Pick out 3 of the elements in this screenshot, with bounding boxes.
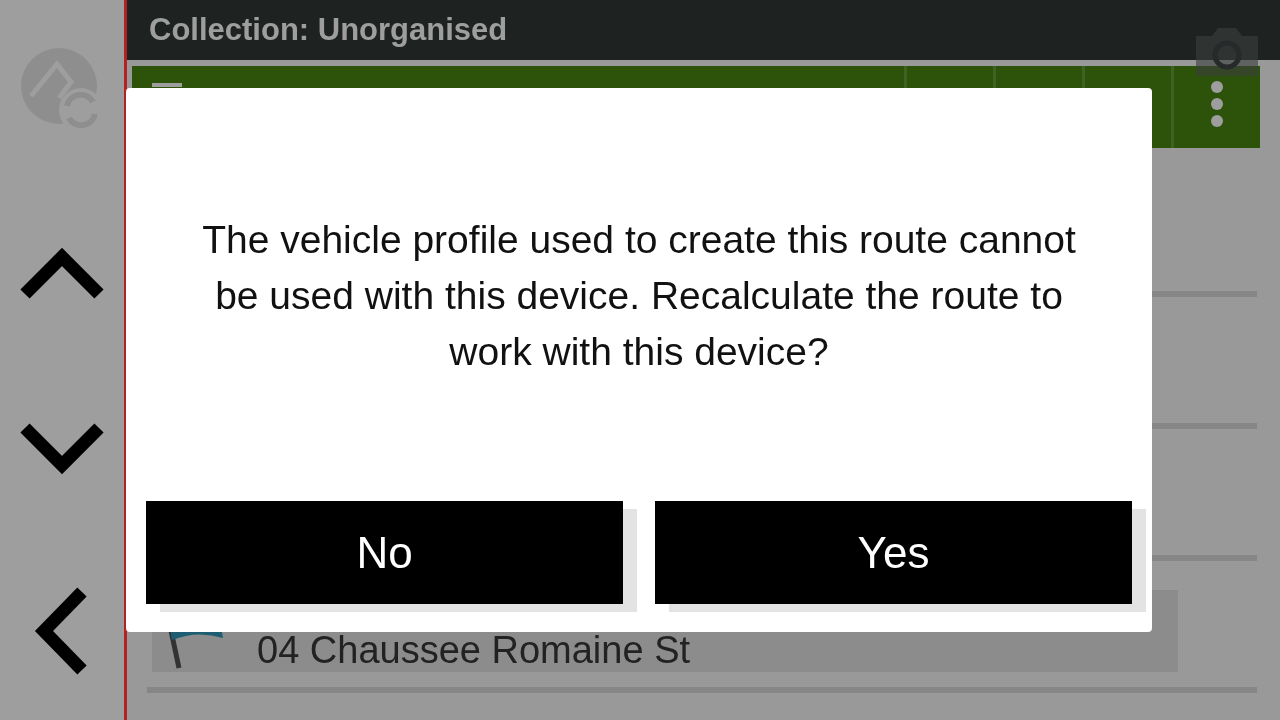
- collection-title: Collection: Unorganised: [149, 12, 508, 48]
- dialog-message: The vehicle profile used to create this route cannot be used with this device. Recalculate the route to work with this device?: [201, 217, 1077, 375]
- route-name: 04 Chaussee Romaine St: [257, 630, 691, 670]
